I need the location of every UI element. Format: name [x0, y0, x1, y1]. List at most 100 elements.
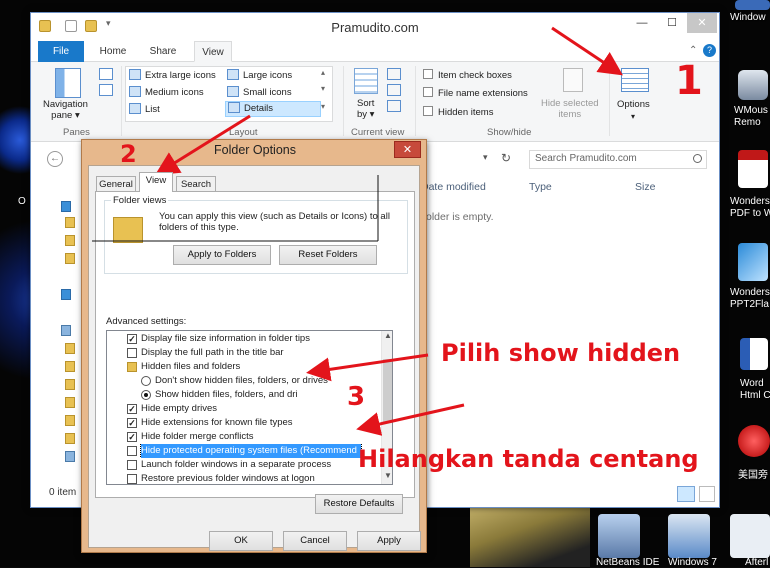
item-check-boxes-checkbox[interactable] — [423, 69, 433, 79]
advanced-setting-row[interactable]: Show hidden files, folders, and dri — [107, 388, 379, 402]
properties-icon[interactable] — [65, 20, 77, 32]
help-icon[interactable]: ? — [703, 44, 716, 57]
preview-pane-icon[interactable] — [99, 68, 113, 80]
setting-checkbox[interactable]: ✓ — [127, 404, 137, 414]
tab-view[interactable]: View — [194, 41, 232, 62]
advanced-setting-row[interactable]: ✓ Hide extensions for known file types — [107, 416, 379, 430]
drive-icon[interactable] — [65, 451, 75, 462]
size-columns-icon[interactable] — [387, 100, 401, 112]
setting-checkbox[interactable] — [127, 446, 137, 456]
group-by-icon[interactable] — [387, 68, 401, 80]
setting-radio[interactable] — [141, 390, 151, 400]
advanced-setting-row[interactable]: Hide protected operating system files (R… — [107, 444, 379, 458]
advanced-setting-row[interactable]: Display the full path in the title bar — [107, 346, 379, 360]
tab-share[interactable]: Share — [143, 41, 183, 62]
explorer-app-icon[interactable] — [39, 20, 51, 32]
search-input[interactable]: Search Pramudito.com — [529, 150, 707, 169]
advanced-setting-row[interactable]: ✓ Hide folder merge conflicts — [107, 430, 379, 444]
ribbon-collapse-icon[interactable]: ⌃ — [689, 45, 697, 56]
desktop-icon-left[interactable] — [0, 100, 30, 180]
apply-button[interactable]: Apply — [357, 531, 421, 551]
add-columns-icon[interactable] — [387, 84, 401, 96]
advanced-setting-row[interactable]: Hidden files and folders — [107, 360, 379, 374]
sort-by-button[interactable]: Sort by ▾ — [357, 98, 374, 120]
folder-icon[interactable] — [65, 361, 75, 372]
folder-icon[interactable] — [65, 433, 75, 444]
hidden-items-checkbox[interactable] — [423, 106, 433, 116]
restore-defaults-button[interactable]: Restore Defaults — [315, 494, 403, 514]
dialog-close-button[interactable]: ✕ — [394, 141, 421, 158]
advanced-setting-row[interactable]: Launch folder windows in a separate proc… — [107, 458, 379, 472]
apply-to-folders-button[interactable]: Apply to Folders — [173, 245, 271, 265]
column-type[interactable]: Type — [529, 181, 552, 193]
advanced-setting-row[interactable]: ✓ Hide empty drives — [107, 402, 379, 416]
setting-checkbox[interactable]: ✓ — [127, 334, 137, 344]
title-bar[interactable]: ▾ Pramudito.com — ☐ ✕ — [31, 13, 719, 41]
file-name-extensions-toggle[interactable]: File name extensions — [423, 87, 528, 100]
folder-icon[interactable] — [65, 397, 75, 408]
scroll-up-icon[interactable]: ▲ — [384, 331, 392, 340]
details-view-icon[interactable] — [677, 486, 695, 502]
large-icons-view-icon[interactable] — [699, 486, 715, 502]
netbeans-icon[interactable] — [598, 514, 640, 558]
folder-icon[interactable] — [65, 379, 75, 390]
layout-medium-icons[interactable]: Medium icons — [129, 86, 204, 99]
folder-icon[interactable] — [65, 343, 75, 354]
tab-file[interactable]: File — [38, 41, 84, 62]
this-pc-icon[interactable] — [61, 325, 71, 336]
advanced-setting-row[interactable]: ✓ Display file size information in folder… — [107, 332, 379, 346]
item-check-boxes-toggle[interactable]: Item check boxes — [423, 69, 512, 82]
hidden-items-toggle[interactable]: Hidden items — [423, 106, 493, 119]
layout-small-icons[interactable]: Small icons — [227, 86, 292, 99]
cancel-button[interactable]: Cancel — [283, 531, 347, 551]
desktop-icon-window[interactable] — [735, 0, 770, 10]
navigation-pane-icon[interactable] — [55, 68, 81, 98]
setting-checkbox[interactable] — [127, 348, 137, 358]
setting-radio[interactable] — [141, 376, 151, 386]
setting-checkbox[interactable]: ✓ — [127, 418, 137, 428]
new-folder-icon[interactable] — [85, 20, 97, 32]
navigation-pane-button[interactable]: Navigation pane ▾ — [43, 99, 88, 121]
wmouse-icon[interactable] — [738, 70, 768, 100]
folder-icon[interactable] — [65, 217, 75, 228]
column-date-modified[interactable]: Date modified — [421, 181, 486, 193]
sort-by-icon[interactable] — [354, 68, 378, 94]
word-html-icon[interactable] — [740, 338, 768, 370]
homegroup-icon[interactable] — [61, 289, 71, 300]
back-button[interactable]: ← — [47, 151, 63, 167]
after-icon[interactable] — [730, 514, 770, 558]
scroll-thumb[interactable] — [383, 359, 392, 423]
advanced-setting-row[interactable]: Restore previous folder windows at logon — [107, 472, 379, 484]
layout-large-icons[interactable]: Large icons — [227, 69, 292, 82]
pdf-to-word-icon[interactable] — [738, 150, 768, 188]
folder-icon[interactable] — [65, 253, 75, 264]
folder-icon[interactable] — [65, 235, 75, 246]
layout-details[interactable]: Details — [225, 101, 321, 117]
qat-dropdown-icon[interactable]: ▾ — [106, 18, 111, 29]
details-pane-icon[interactable] — [99, 84, 113, 96]
layout-list[interactable]: List — [129, 103, 160, 116]
column-size[interactable]: Size — [635, 181, 655, 193]
tab-home[interactable]: Home — [93, 41, 133, 62]
maximize-button[interactable]: ☐ — [657, 13, 687, 33]
onedrive-icon[interactable] — [61, 201, 71, 212]
layout-scroll-up[interactable]: ▴ — [321, 68, 325, 77]
advanced-setting-row[interactable]: Don't show hidden files, folders, or dri… — [107, 374, 379, 388]
address-dropdown[interactable]: ▾ — [483, 152, 488, 163]
windows7-icon[interactable] — [668, 514, 710, 558]
setting-checkbox[interactable]: ✓ — [127, 432, 137, 442]
ok-button[interactable]: OK — [209, 531, 273, 551]
options-icon[interactable] — [621, 68, 649, 92]
close-button[interactable]: ✕ — [687, 13, 717, 33]
minimize-button[interactable]: — — [627, 13, 657, 33]
tab-search[interactable]: Search — [176, 176, 216, 192]
setting-checkbox[interactable] — [127, 460, 137, 470]
file-name-extensions-checkbox[interactable] — [423, 87, 433, 97]
tab-general[interactable]: General — [96, 176, 136, 192]
reset-folders-button[interactable]: Reset Folders — [279, 245, 377, 265]
ppt2flash-icon[interactable] — [738, 243, 768, 281]
setting-checkbox[interactable] — [127, 474, 137, 484]
layout-scroll-down[interactable]: ▾ — [321, 84, 325, 93]
app-icon-red[interactable] — [738, 425, 770, 457]
layout-expand[interactable]: ▾ — [321, 102, 325, 111]
